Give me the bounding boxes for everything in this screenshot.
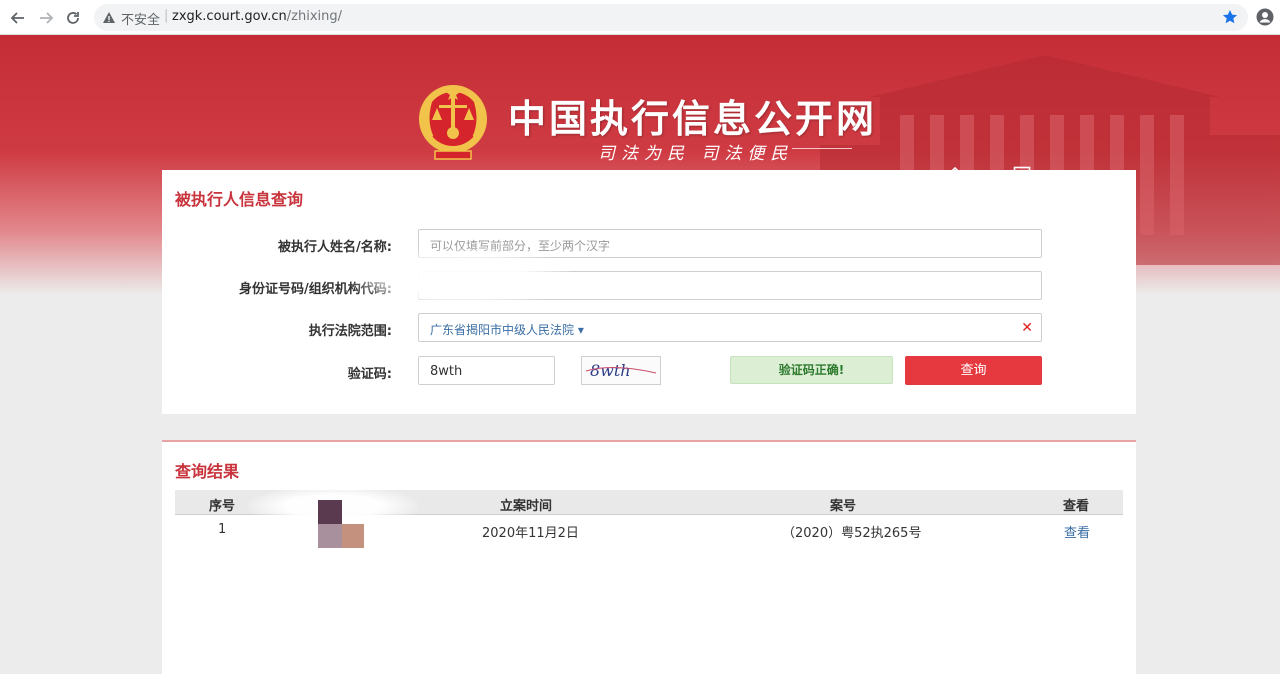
col-filing-date: 立案时间	[500, 499, 553, 514]
row-view-link[interactable]: 查看	[1064, 522, 1090, 541]
site-title: 中国执行信息公开网	[508, 96, 878, 141]
url-host: zxgk.court.gov.cn	[172, 9, 287, 24]
site-slogan: 司法为民 司法便民	[598, 144, 794, 164]
query-button[interactable]: 查询	[905, 356, 1042, 385]
results-title: 查询结果	[175, 462, 240, 481]
query-panel-title: 被执行人信息查询	[175, 190, 304, 209]
court-select-text: 广东省揭阳市中级人民法院	[430, 323, 575, 337]
col-case-number: 案号	[830, 499, 857, 514]
slogan-divider	[792, 148, 852, 149]
url-separator: |	[164, 8, 169, 23]
row-filing-date: 2020年11月2日	[482, 526, 579, 541]
row-case-number: （2020）粤52执265号	[782, 526, 922, 541]
reload-icon[interactable]	[63, 8, 83, 28]
redaction-mosaic	[342, 524, 364, 548]
captcha-image[interactable]: 8wth	[581, 356, 661, 385]
captcha-graphic: 8wth	[585, 361, 657, 380]
results-panel: 查询结果 序号 立案时间 案号 查看 1 2020年11月2日 （2020）粤5…	[162, 440, 1136, 674]
captcha-input-value: 8wth	[430, 364, 463, 379]
captcha-text: 8wth	[590, 361, 631, 380]
redaction-blur	[352, 248, 572, 308]
back-icon[interactable]	[8, 8, 28, 28]
col-view: 查看	[1063, 499, 1090, 514]
row-index: 1	[218, 522, 227, 537]
court-label: 执行法院范围:	[308, 324, 392, 339]
redaction-mosaic	[318, 524, 342, 548]
caret-down-icon: ▾	[577, 323, 584, 337]
forward-icon[interactable]	[36, 8, 56, 28]
url-text[interactable]: zxgk.court.gov.cn/zhixing/	[172, 9, 342, 24]
redaction-mosaic	[318, 500, 342, 524]
query-panel: 被执行人信息查询 被执行人姓名/名称: 可以仅填写前部分，至少两个汉字 身份证号…	[162, 170, 1136, 414]
warning-icon[interactable]	[102, 10, 116, 29]
profile-icon[interactable]	[1256, 8, 1274, 30]
court-select-value[interactable]: 广东省揭阳市中级人民法院 ▾	[430, 321, 584, 338]
captcha-status: 验证码正确!	[730, 356, 893, 384]
address-bar[interactable]: 不安全 | zxgk.court.gov.cn/zhixing/	[94, 4, 1248, 31]
browser-toolbar: 不安全 | zxgk.court.gov.cn/zhixing/	[0, 0, 1280, 35]
captcha-input[interactable]: 8wth	[418, 356, 555, 385]
col-index: 序号	[209, 499, 236, 514]
clear-icon[interactable]: ✕	[1021, 320, 1033, 336]
insecure-label: 不安全	[121, 13, 161, 28]
captcha-label: 验证码:	[347, 367, 392, 382]
url-path: /zhixing/	[286, 9, 342, 24]
court-select[interactable]: 广东省揭阳市中级人民法院 ▾ ✕	[418, 313, 1042, 342]
court-emblem-logo	[419, 85, 487, 160]
bookmark-star-icon[interactable]	[1222, 9, 1238, 29]
